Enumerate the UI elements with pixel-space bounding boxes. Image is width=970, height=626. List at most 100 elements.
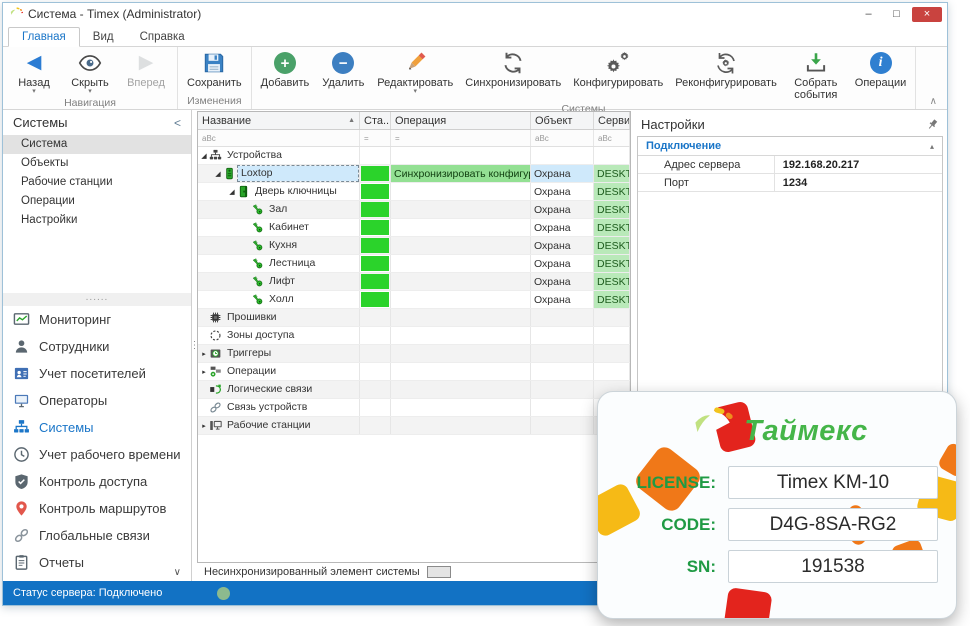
ribbon-button-add[interactable]: +Добавить	[255, 49, 316, 90]
table-row[interactable]: ХоллОхранаDESKTOP-...	[198, 291, 630, 309]
column-header-object[interactable]: Объект	[531, 112, 594, 129]
tab-Вид[interactable]: Вид	[80, 28, 127, 46]
screen-icon	[13, 392, 30, 409]
link-icon	[13, 527, 30, 544]
pushpin-icon[interactable]	[926, 118, 939, 131]
nav-item-Учет рабочего времени[interactable]: Учет рабочего времени	[3, 441, 191, 468]
row-name-label: Лифт	[266, 274, 298, 289]
collapsed-arrow-icon[interactable]: ▸	[199, 422, 209, 430]
property-value[interactable]: 192.168.20.217	[775, 156, 942, 173]
filter-cell-service[interactable]: аВс	[594, 130, 630, 146]
property-value[interactable]: 1234	[775, 174, 942, 191]
operations-icon	[209, 365, 222, 378]
table-filter-row: аВс = = аВс аВс	[198, 130, 630, 147]
ribbon-button-eye[interactable]: Скрыть▾	[62, 49, 118, 96]
sidebar-title: Системы	[13, 115, 67, 130]
row-status-cell	[360, 219, 391, 236]
ribbon-button-forward-arrow[interactable]: ▶Вперед	[118, 49, 174, 90]
ribbon-button-info[interactable]: iОперации	[849, 49, 912, 90]
sidebar-item-Объекты[interactable]: Объекты	[3, 154, 191, 173]
filter-cell-object[interactable]: аВс	[531, 130, 594, 146]
table-row[interactable]: ▸Операции	[198, 363, 630, 381]
ribbon-button-save[interactable]: Сохранить	[181, 49, 248, 90]
ribbon-button-resync[interactable]: Реконфигурировать	[669, 49, 783, 90]
ribbon-button-collect[interactable]: Собрать события	[783, 49, 849, 102]
row-service-cell	[594, 345, 630, 362]
row-object-cell: Охрана	[531, 183, 594, 200]
row-operation-cell	[391, 147, 531, 164]
tab-Главная[interactable]: Главная	[8, 27, 80, 47]
sidebar-item-Настройки[interactable]: Настройки	[3, 211, 191, 230]
expanded-arrow-icon[interactable]: ◢	[227, 188, 237, 196]
close-button[interactable]: ×	[912, 7, 942, 22]
property-group-connection[interactable]: Подключение ▴	[638, 137, 942, 156]
table-row[interactable]: ЗалОхранаDESKTOP-...	[198, 201, 630, 219]
sidebar-more-icon[interactable]: ∨	[174, 567, 181, 578]
table-row[interactable]: ▸Триггеры	[198, 345, 630, 363]
collapse-ribbon-icon[interactable]: ∧	[930, 96, 937, 107]
hierarchy-icon	[209, 149, 222, 162]
property-label: Порт	[638, 174, 775, 191]
nav-item-Операторы[interactable]: Операторы	[3, 387, 191, 414]
nav-item-Системы[interactable]: Системы	[3, 414, 191, 441]
expanded-arrow-icon[interactable]: ◢	[213, 170, 223, 178]
filter-cell-status[interactable]: =	[360, 130, 391, 146]
nav-item-Сотрудники[interactable]: Сотрудники	[3, 333, 191, 360]
ribbon-button-sync[interactable]: Синхронизировать	[459, 49, 567, 90]
row-name-cell: ◢Дверь ключницы	[198, 183, 360, 200]
table-row[interactable]: КабинетОхранаDESKTOP-...	[198, 219, 630, 237]
pencil-icon	[402, 50, 428, 76]
maximize-button[interactable]: □	[884, 7, 909, 22]
nav-item-Отчеты[interactable]: Отчеты	[3, 549, 191, 576]
column-header-status[interactable]: Ста... ▼	[360, 112, 391, 129]
collapsed-arrow-icon[interactable]: ▸	[199, 350, 209, 358]
table-row[interactable]: ЛестницаОхранаDESKTOP-...	[198, 255, 630, 273]
table-row[interactable]: ▸Рабочие станции	[198, 417, 630, 435]
sidebar-item-Система[interactable]: Система	[3, 135, 191, 154]
column-header-name[interactable]: Название ▲	[198, 112, 360, 129]
sidebar-item-Операции[interactable]: Операции	[3, 192, 191, 211]
gears-icon	[605, 50, 631, 76]
sidebar-collapse-icon[interactable]: <	[174, 116, 181, 130]
nav-item-Контроль маршрутов[interactable]: Контроль маршрутов	[3, 495, 191, 522]
table-row[interactable]: Прошивки	[198, 309, 630, 327]
ribbon-button-remove[interactable]: −Удалить	[315, 49, 371, 90]
sync-icon	[500, 50, 526, 76]
timex-logo-icon	[686, 406, 736, 456]
nav-item-Мониторинг[interactable]: Мониторинг	[3, 306, 191, 333]
table-row[interactable]: ЛифтОхранаDESKTOP-...	[198, 273, 630, 291]
filter-cell-operation[interactable]: =	[391, 130, 531, 146]
row-status-cell	[360, 255, 391, 272]
nav-item-Глобальные связи[interactable]: Глобальные связи	[3, 522, 191, 549]
nav-item-label: Учет посетителей	[39, 366, 146, 381]
table-row[interactable]: Связь устройств	[198, 399, 630, 417]
ribbon-group-label: Навигация	[6, 96, 174, 111]
ribbon-button-label: Синхронизировать	[465, 77, 561, 89]
expanded-arrow-icon[interactable]: ◢	[199, 152, 209, 160]
row-object-cell: Охрана	[531, 255, 594, 272]
collapsed-arrow-icon[interactable]: ▸	[199, 368, 209, 376]
table-row[interactable]: ◢LoxtopСинхронизировать конфигурациюОхра…	[198, 165, 630, 183]
license-field-value: D4G-8SA-RG2	[728, 508, 938, 541]
tab-Справка[interactable]: Справка	[127, 28, 198, 46]
sidebar-item-Рабочие станции[interactable]: Рабочие станции	[3, 173, 191, 192]
nav-item-Учет посетителей[interactable]: Учет посетителей	[3, 360, 191, 387]
table-row[interactable]: ◢Устройства	[198, 147, 630, 165]
sidebar-pane-splitter[interactable]: ......	[3, 293, 191, 306]
report-icon	[13, 554, 30, 571]
nav-item-Контроль доступа[interactable]: Контроль доступа	[3, 468, 191, 495]
ribbon-button-pencil[interactable]: Редактировать▾	[371, 49, 459, 96]
table-row[interactable]: Логические связи	[198, 381, 630, 399]
table-row[interactable]: ◢Дверь ключницыОхранаDESKTOP-...	[198, 183, 630, 201]
table-row[interactable]: КухняОхранаDESKTOP-...	[198, 237, 630, 255]
row-object-cell	[531, 327, 594, 344]
minimize-button[interactable]: –	[856, 7, 881, 22]
filter-cell-name[interactable]: аВс	[198, 130, 360, 146]
column-header-operation[interactable]: Операция	[391, 112, 531, 129]
row-name-cell: ▸Триггеры	[198, 345, 360, 362]
column-header-service[interactable]: Сервис	[594, 112, 630, 129]
ribbon-button-gears[interactable]: Конфигурировать	[567, 49, 669, 90]
table-row[interactable]: Зоны доступа	[198, 327, 630, 345]
row-name-cell: Кабинет	[198, 219, 360, 236]
ribbon-button-back-arrow[interactable]: ◀Назад▾	[6, 49, 62, 96]
